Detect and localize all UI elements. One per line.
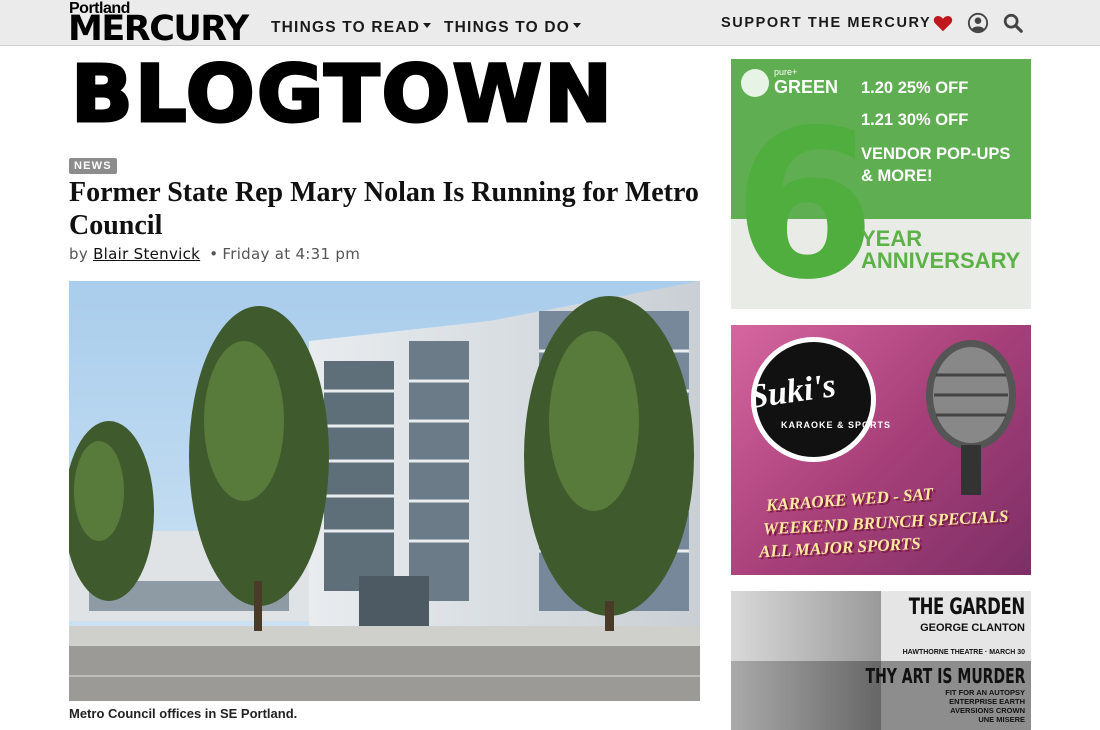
band2-support-2: ENTERPRISE EARTH [949, 697, 1025, 706]
category-badge[interactable]: NEWS [69, 158, 117, 174]
building-photo [69, 281, 700, 701]
nav-things-to-read-label: THINGS TO READ [271, 19, 421, 36]
section-title[interactable]: BLOGTOWN [69, 55, 614, 136]
ad-concert[interactable]: THE GARDEN GEORGE CLANTON HAWTHORNE THEA… [731, 591, 1031, 730]
band2-support-3: AVERSIONS CROWN [950, 706, 1025, 715]
band2-support-4: UNE MISERE [978, 715, 1025, 724]
site-header: Portland MERCURY THINGS TO READ THINGS T… [0, 0, 1100, 46]
ad-line-2: 1.21 30% OFF [861, 111, 969, 129]
ad-sukis-karaoke[interactable]: Suki's KARAOKE & SPORTS KARAOKE WED - SA… [731, 325, 1031, 575]
ad-big-number: 6 [733, 87, 876, 309]
band1-info: HAWTHORNE THEATRE · MARCH 30 [902, 649, 1025, 656]
byline: by Blair Stenvick • Friday at 4:31 pm [69, 245, 360, 263]
site-logo[interactable]: Portland MERCURY [68, 1, 249, 46]
microphone-icon [926, 340, 1016, 495]
author-link[interactable]: Blair Stenvick [93, 245, 200, 263]
byline-separator: • [209, 245, 219, 263]
nav-things-to-do[interactable]: THINGS TO DO [444, 19, 582, 37]
band1-name: THE GARDEN [908, 595, 1026, 620]
search-icon[interactable] [1002, 12, 1024, 34]
article-timestamp: Friday at 4:31 pm [222, 245, 361, 263]
band2-photo [731, 661, 881, 730]
band1-photo [731, 591, 881, 661]
band2-support-1: FIT FOR AN AUTOPSY [945, 688, 1025, 697]
band2-name: THY ART IS MURDER [865, 664, 1025, 688]
sukis-sub: KARAOKE & SPORTS [781, 420, 892, 430]
byline-prefix: by [69, 245, 88, 263]
article-headline: Former State Rep Mary Nolan Is Running f… [69, 177, 699, 241]
ad-brand-small: pure+ [774, 67, 798, 77]
logo-mercury-text: MERCURY [68, 9, 249, 46]
photo-caption: Metro Council offices in SE Portland. [69, 706, 298, 721]
nav-things-to-do-label: THINGS TO DO [444, 19, 571, 36]
chevron-down-icon [573, 23, 582, 29]
user-icon[interactable] [967, 12, 989, 34]
ad-line-1: 1.20 25% OFF [861, 79, 969, 97]
heart-icon[interactable] [932, 12, 954, 34]
nav-things-to-read[interactable]: THINGS TO READ [271, 19, 432, 37]
support-the-mercury-link[interactable]: SUPPORT THE MERCURY [721, 15, 931, 31]
ad-pure-green[interactable]: pure+ GREEN 1.20 25% OFF 1.21 30% OFF VE… [731, 59, 1031, 309]
ad-line-3: VENDOR POP-UPS [861, 145, 1011, 163]
band1-support: GEORGE CLANTON [920, 622, 1025, 634]
chevron-down-icon [423, 23, 432, 29]
article-photo [69, 281, 700, 701]
ad-anniversary: ANNIVERSARY [861, 248, 1021, 273]
